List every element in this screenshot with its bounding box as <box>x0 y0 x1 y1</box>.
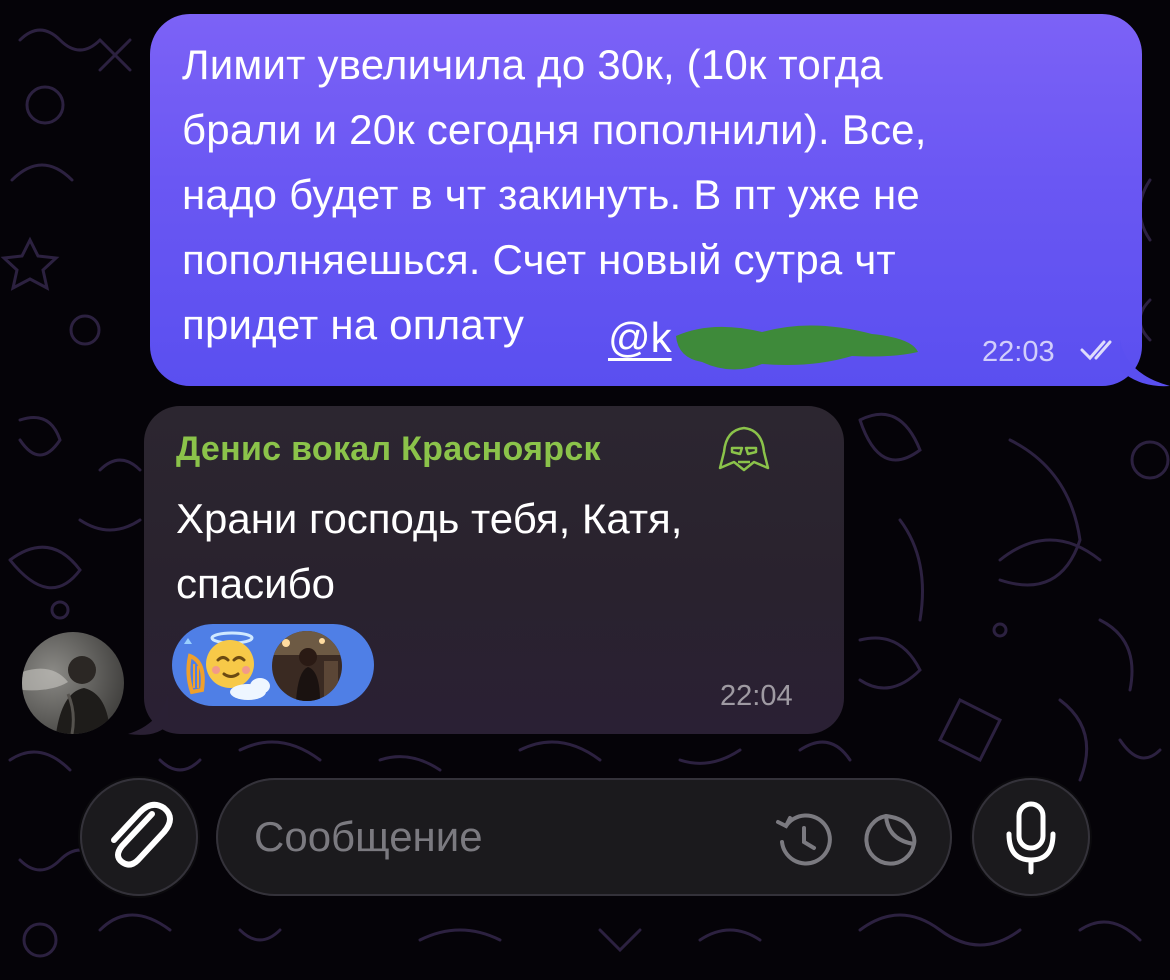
outgoing-message-time: 22:03 <box>982 336 1055 368</box>
reactor-avatar[interactable] <box>272 631 342 701</box>
redaction-scribble <box>676 325 918 370</box>
sticker-icon[interactable] <box>860 810 920 870</box>
message-field[interactable] <box>216 778 952 896</box>
outgoing-message-text: Лимит увеличила до 30к, (10к тогда брали… <box>182 41 927 348</box>
angel-harp-emoji-icon <box>184 631 270 700</box>
sender-avatar[interactable] <box>22 632 124 734</box>
sender-name[interactable]: Денис вокал Красноярск <box>176 430 601 469</box>
paperclip-icon <box>111 801 173 868</box>
attach-button[interactable] <box>80 778 198 896</box>
microphone-icon <box>1006 801 1056 875</box>
incoming-message-time: 22:04 <box>720 680 793 712</box>
sender-avatar-image <box>22 632 124 734</box>
double-check-icon <box>1080 340 1112 361</box>
emoji-status-icon <box>718 426 770 472</box>
message-input[interactable] <box>254 808 734 866</box>
incoming-bubble-tail <box>128 694 168 735</box>
voice-message-button[interactable] <box>972 778 1090 896</box>
scheduled-timer-icon[interactable] <box>772 808 836 872</box>
outgoing-bubble-tail <box>1120 340 1170 387</box>
chat-screen: Лимит увеличила до 30к, (10к тогда брали… <box>0 0 1170 980</box>
reaction-chip[interactable] <box>172 624 374 706</box>
incoming-message-text: Храни господь тебя, Катя, спасибо <box>176 495 683 607</box>
mention-link[interactable]: @k <box>608 313 672 363</box>
reactor-avatar-image <box>272 631 342 701</box>
